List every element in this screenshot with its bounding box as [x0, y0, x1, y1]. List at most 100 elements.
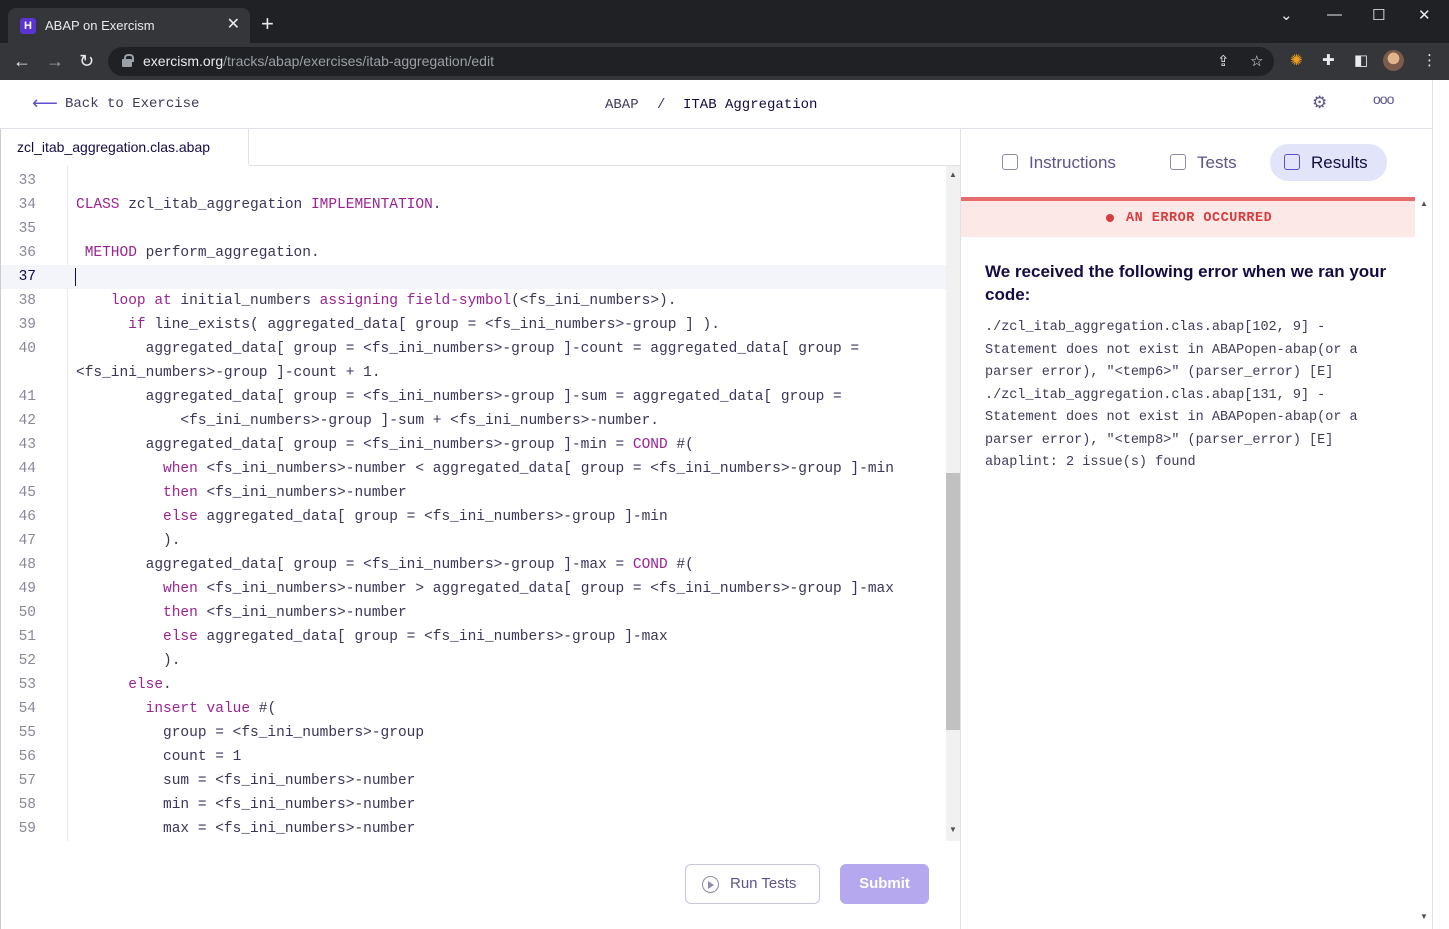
code-line[interactable]: 37	[1, 265, 946, 289]
code-line[interactable]: 45 then <fs_ini_numbers>-number	[1, 481, 946, 505]
share-icon[interactable]: ⇪	[1217, 52, 1230, 70]
code-line[interactable]: 56 count = 1	[1, 745, 946, 769]
more-options-icon[interactable]: ooo	[1373, 91, 1394, 107]
code-text[interactable]: sum = <fs_ini_numbers>-number	[76, 769, 415, 793]
code-text[interactable]: ).	[76, 529, 180, 553]
code-text[interactable]: aggregated_data[ group = <fs_ini_numbers…	[76, 433, 694, 457]
code-text[interactable]: when <fs_ini_numbers>-number < aggregate…	[76, 457, 894, 481]
page-scrollbar[interactable]	[1432, 80, 1449, 929]
code-text[interactable]: count = 1	[76, 745, 241, 769]
profile-avatar[interactable]	[1383, 50, 1404, 71]
tab-tests[interactable]: Tests	[1156, 144, 1251, 181]
file-tab[interactable]: zcl_itab_aggregation.clas.abap	[1, 129, 249, 165]
code-line[interactable]: 39 if line_exists( aggregated_data[ grou…	[1, 313, 946, 337]
code-line[interactable]: 50 then <fs_ini_numbers>-number	[1, 601, 946, 625]
settings-gear-icon[interactable]: ⚙	[1312, 93, 1327, 113]
panel-scrollbar[interactable]: ▲ ▼	[1415, 197, 1433, 929]
new-tab-icon[interactable]: +	[261, 13, 274, 35]
code-line[interactable]: 59 max = <fs_ini_numbers>-number	[1, 817, 946, 841]
code-line[interactable]: 54 insert value #(	[1, 697, 946, 721]
tab-close-icon[interactable]: ✕	[227, 16, 240, 34]
code-line[interactable]: 43 aggregated_data[ group = <fs_ini_numb…	[1, 433, 946, 457]
scroll-up-icon[interactable]: ▲	[949, 170, 957, 179]
code-line[interactable]: 49 when <fs_ini_numbers>-number > aggreg…	[1, 577, 946, 601]
url-text[interactable]: exercism.org/tracks/abap/exercises/itab-…	[143, 53, 494, 69]
code-line[interactable]: 34 CLASS zcl_itab_aggregation IMPLEMENTAT…	[1, 193, 946, 217]
results-panel: Instructions Tests Results AN ERROR OCCU…	[960, 129, 1433, 929]
tab-search-icon[interactable]: ⌄	[1280, 6, 1293, 24]
browser-tab[interactable]: H ABAP on Exercism ✕	[8, 8, 250, 43]
code-line[interactable]: 40 aggregated_data[ group = <fs_ini_numb…	[1, 337, 946, 361]
bookmark-star-icon[interactable]: ☆	[1250, 52, 1263, 70]
text-caret	[75, 268, 76, 286]
address-bar[interactable]: exercism.org/tracks/abap/exercises/itab-…	[108, 47, 1274, 76]
code-line[interactable]: 47 ).	[1, 529, 946, 553]
editor-scrollbar[interactable]: ▲ ▼	[946, 166, 960, 841]
code-text[interactable]: insert value #(	[76, 697, 277, 721]
code-line[interactable]: 42 <fs_ini_numbers>-group ]-sum + <fs_in…	[1, 409, 946, 433]
code-line[interactable]: 52 ).	[1, 649, 946, 673]
panel-scroll-down-icon[interactable]: ▼	[1420, 912, 1428, 921]
code-text[interactable]: max = <fs_ini_numbers>-number	[76, 817, 415, 841]
forward-icon[interactable]: →	[46, 50, 64, 72]
lock-icon[interactable]	[122, 54, 134, 67]
reload-icon[interactable]: ↻	[79, 50, 94, 72]
code-text[interactable]: group = <fs_ini_numbers>-group	[76, 721, 424, 745]
code-line[interactable]: 44 when <fs_ini_numbers>-number < aggreg…	[1, 457, 946, 481]
code-line[interactable]: 58 min = <fs_ini_numbers>-number	[1, 793, 946, 817]
line-number: 51	[18, 629, 36, 645]
code-line[interactable]: 53 else.	[1, 673, 946, 697]
extensions-puzzle-icon[interactable]: ✚	[1322, 51, 1335, 69]
code-text[interactable]: else aggregated_data[ group = <fs_ini_nu…	[76, 505, 668, 529]
side-panel-icon[interactable]: ◧	[1354, 51, 1368, 69]
code-line[interactable]: 55 group = <fs_ini_numbers>-group	[1, 721, 946, 745]
browser-menu-icon[interactable]: ⋮	[1422, 51, 1437, 69]
code-text[interactable]: then <fs_ini_numbers>-number	[76, 601, 407, 625]
line-number: 59	[18, 821, 36, 837]
code-text[interactable]: loop at initial_numbers assigning field-…	[76, 289, 677, 313]
code-line[interactable]: 46 else aggregated_data[ group = <fs_ini…	[1, 505, 946, 529]
code-line[interactable]: 38 loop at initial_numbers assigning fie…	[1, 289, 946, 313]
run-tests-button[interactable]: Run Tests	[685, 864, 820, 904]
code-line[interactable]: 35	[1, 217, 946, 241]
minimize-icon[interactable]: —	[1327, 6, 1342, 23]
code-line[interactable]: 36 METHOD perform_aggregation.	[1, 241, 946, 265]
code-text[interactable]: if line_exists( aggregated_data[ group =…	[76, 313, 720, 337]
code-line[interactable]: 33	[1, 169, 946, 193]
code-text[interactable]: CLASS zcl_itab_aggregation IMPLEMENTATIO…	[76, 193, 441, 217]
line-number: 40	[18, 341, 36, 357]
back-icon[interactable]: ←	[13, 50, 31, 72]
code-text[interactable]: min = <fs_ini_numbers>-number	[76, 793, 415, 817]
code-line[interactable]: 51 else aggregated_data[ group = <fs_ini…	[1, 625, 946, 649]
code-text[interactable]: else aggregated_data[ group = <fs_ini_nu…	[76, 625, 668, 649]
scroll-down-icon[interactable]: ▼	[949, 825, 957, 834]
code-text[interactable]: <fs_ini_numbers>-group ]-sum + <fs_ini_n…	[76, 409, 659, 433]
breadcrumb-track: ABAP	[605, 97, 639, 113]
code-line[interactable]: 48 aggregated_data[ group = <fs_ini_numb…	[1, 553, 946, 577]
code-line[interactable]: <fs_ini_numbers>-group ]-count + 1.	[1, 361, 946, 385]
code-line[interactable]: 41 aggregated_data[ group = <fs_ini_numb…	[1, 385, 946, 409]
line-number: 39	[18, 317, 36, 333]
code-text[interactable]: METHOD perform_aggregation.	[76, 241, 320, 265]
submit-button[interactable]: Submit	[840, 864, 929, 904]
tab-results[interactable]: Results	[1270, 144, 1387, 181]
code-text[interactable]: aggregated_data[ group = <fs_ini_numbers…	[76, 337, 860, 361]
close-window-icon[interactable]: ✕	[1418, 6, 1431, 24]
editor-scroll-thumb[interactable]	[946, 473, 960, 730]
code-editor[interactable]: 33 34 CLASS zcl_itab_aggregation IMPLEMENT…	[1, 166, 946, 841]
code-text[interactable]: then <fs_ini_numbers>-number	[76, 481, 407, 505]
code-text[interactable]: aggregated_data[ group = <fs_ini_numbers…	[76, 385, 842, 409]
code-text[interactable]: else.	[76, 673, 172, 697]
extension-sun-icon[interactable]: ✺	[1290, 51, 1303, 69]
code-text[interactable]: <fs_ini_numbers>-group ]-count + 1.	[76, 361, 381, 385]
code-text[interactable]: ).	[76, 649, 180, 673]
back-to-exercise-link[interactable]: Back to Exercise	[65, 96, 199, 112]
panel-scroll-up-icon[interactable]: ▲	[1420, 199, 1428, 208]
code-text[interactable]: aggregated_data[ group = <fs_ini_numbers…	[76, 553, 694, 577]
maximize-icon[interactable]: ☐	[1372, 6, 1385, 24]
code-line[interactable]: 57 sum = <fs_ini_numbers>-number	[1, 769, 946, 793]
back-arrow-icon[interactable]: ⟵	[32, 93, 58, 113]
tab-instructions[interactable]: Instructions	[988, 144, 1138, 181]
code-text[interactable]: when <fs_ini_numbers>-number > aggregate…	[76, 577, 894, 601]
line-number: 45	[18, 485, 36, 501]
